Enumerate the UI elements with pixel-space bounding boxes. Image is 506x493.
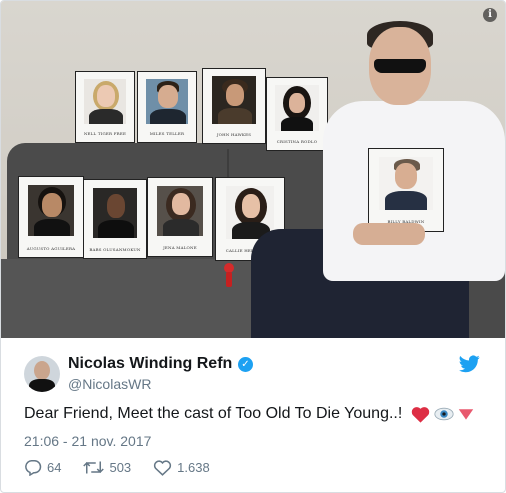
headshot-caption: BABS OLUSANMOKUN	[89, 246, 141, 252]
like-button[interactable]: 1.638	[153, 459, 210, 476]
red-triangle-icon	[458, 409, 474, 420]
tweet-emojis	[411, 404, 474, 424]
headshot-card: AUGUSTO AGUILERA	[18, 176, 84, 258]
display-name[interactable]: Nicolas Winding Refn	[68, 355, 232, 373]
avatar[interactable]	[24, 356, 60, 392]
person-hands	[353, 223, 425, 245]
reply-count: 64	[47, 460, 62, 475]
retweet-count: 503	[109, 460, 132, 475]
retweet-button[interactable]: 503	[83, 460, 131, 475]
verified-badge-icon: ✓	[238, 357, 253, 372]
headshot-card: JENA MALONE	[147, 177, 213, 257]
headshot-caption: JENA MALONE	[163, 244, 197, 250]
user-handle[interactable]: @NicolasWR	[68, 376, 151, 392]
headshot-caption: CRISTINA RODLO	[276, 139, 318, 145]
tweet-card: NELL TIGER FREE MILES TELLER JOHN HAWKES	[0, 0, 506, 493]
sunglasses	[374, 59, 426, 73]
heart-icon	[411, 406, 430, 423]
like-count: 1.638	[177, 460, 210, 475]
headshot-card: CRISTINA RODLO	[266, 77, 328, 151]
tweet-actions: 64 503 1.638	[24, 459, 232, 476]
headshot-caption: NELL TIGER FREE	[83, 131, 127, 137]
tweet-photo[interactable]: NELL TIGER FREE MILES TELLER JOHN HAWKES	[1, 1, 505, 338]
headshot-card: NELL TIGER FREE	[75, 71, 135, 143]
timestamp[interactable]: 21:06 - 21 nov. 2017	[24, 433, 151, 449]
red-figurine	[222, 263, 236, 287]
reply-button[interactable]: 64	[24, 459, 61, 476]
retweet-icon	[83, 461, 105, 474]
tweet-text: Dear Friend, Meet the cast of Too Old To…	[24, 405, 403, 422]
like-heart-icon	[154, 460, 172, 476]
headshot-caption: MILES TELLER	[149, 131, 185, 137]
headshot-caption: JOHN HAWKES	[216, 132, 252, 138]
eye-icon	[434, 407, 454, 421]
headshot-caption: AUGUSTO AGUILERA	[26, 245, 76, 251]
reply-icon	[25, 460, 42, 476]
headshot-card: BABS OLUSANMOKUN	[83, 179, 147, 259]
twitter-bird-icon[interactable]	[459, 355, 480, 373]
headshot-card: JOHN HAWKES	[202, 68, 266, 144]
headshot-card: MILES TELLER	[137, 71, 197, 143]
headshot-card: BILLY BALDWIN	[368, 148, 444, 232]
info-icon[interactable]: i	[483, 8, 497, 22]
